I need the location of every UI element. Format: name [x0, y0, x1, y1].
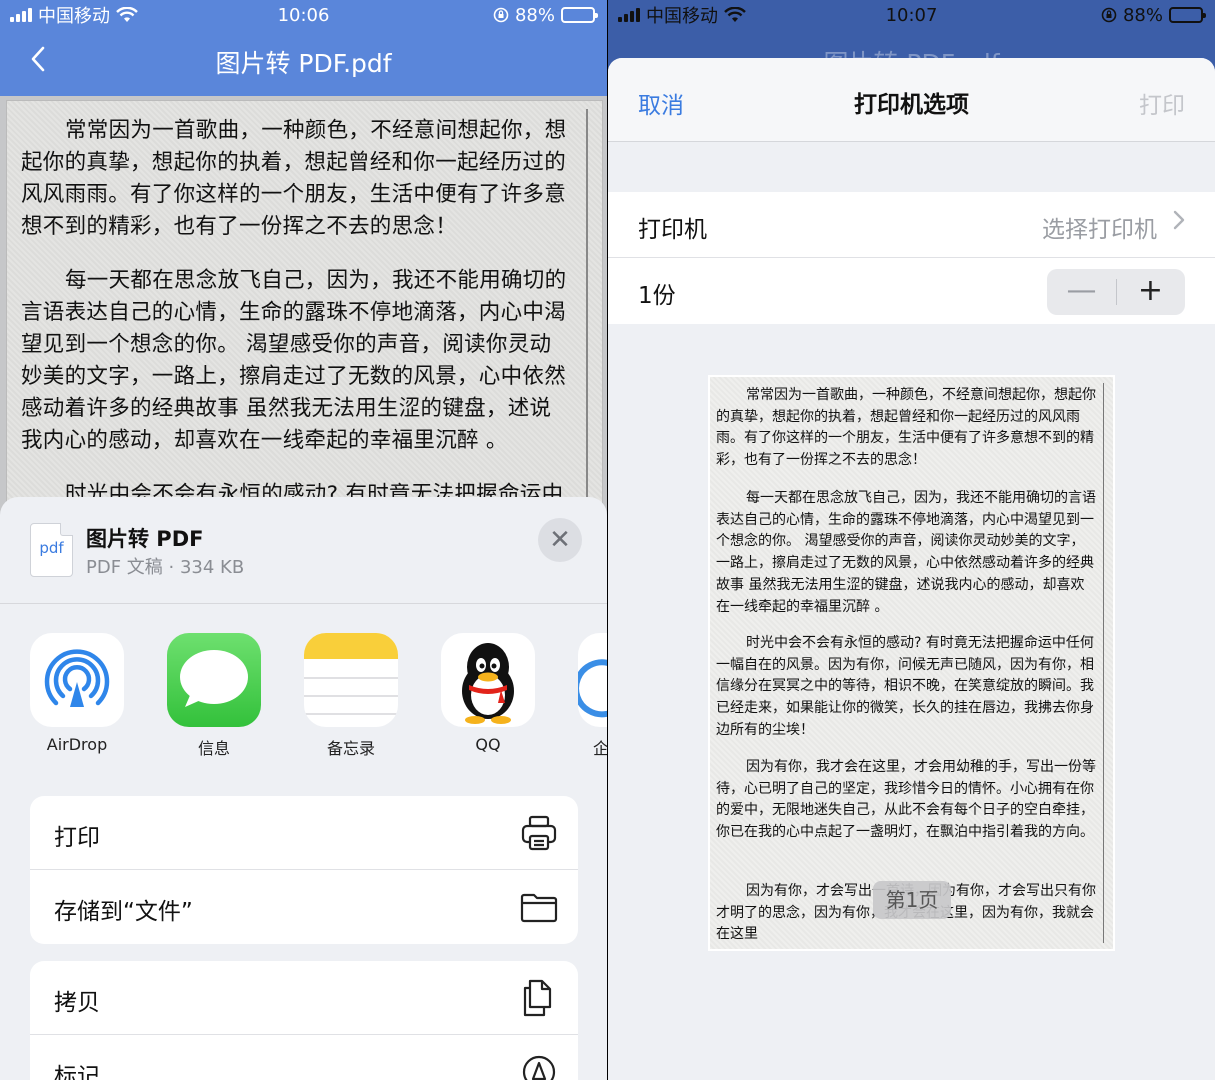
messages-icon: [167, 633, 261, 727]
qq-icon: [441, 633, 535, 727]
preview-paper: 常常因为一首歌曲，一种颜色，不经意间想起你，想起你的真挚，想起你的执着，想起曾经…: [710, 377, 1113, 949]
increment-button[interactable]: +: [1116, 269, 1185, 315]
modal-header: 取消 打印机选项 打印: [608, 58, 1215, 142]
app-label: QQ: [475, 735, 501, 754]
chevron-right-icon: [1173, 209, 1185, 237]
share-app-row: AirDrop 信息 备忘录 QQ 企: [0, 633, 607, 763]
doc-paragraph-2: 每一天都在思念放飞自己，因为，我还不能用确切的言语表达自己的心情，生命的露珠不停…: [21, 268, 567, 453]
action-label: 标记: [54, 1064, 100, 1080]
share-app-qq[interactable]: QQ: [440, 633, 536, 754]
markup-action[interactable]: 标记: [30, 1035, 578, 1080]
printer-icon: [520, 814, 558, 852]
printer-row[interactable]: 打印机 选择打印机: [608, 192, 1215, 258]
copies-label: 1份: [638, 283, 676, 309]
battery-icon: [1169, 7, 1206, 23]
file-meta: PDF 文稿 · 334 KB: [86, 557, 245, 578]
print-action[interactable]: 打印: [30, 796, 578, 870]
share-sheet-screen: 中国移动 10:06 88% 图片转 PDF.pdf 常常因为一首歌曲，一种颜色…: [0, 0, 607, 1080]
app-label: AirDrop: [46, 735, 108, 754]
orientation-lock-icon: [493, 7, 509, 23]
page-border: [586, 109, 588, 519]
preview-paragraph-2: 每一天都在思念放飞自己，因为，我还不能用确切的言语表达自己的心情，生命的露珠不停…: [716, 490, 1096, 615]
status-bar: 中国移动 10:07 88%: [608, 0, 1215, 30]
action-group-2: 拷贝 标记: [30, 961, 578, 1080]
printer-options-modal: 取消 打印机选项 打印 打印机 选择打印机 1份 — + 常常因为一首歌曲，一种…: [608, 58, 1215, 1080]
print-button[interactable]: 打印: [1139, 86, 1185, 120]
airdrop-icon: [30, 633, 124, 727]
copy-action[interactable]: 拷贝: [30, 961, 578, 1035]
battery-percent: 88%: [514, 4, 555, 26]
status-bar: 中国移动 10:06 88%: [0, 0, 607, 30]
markup-icon: [520, 1053, 558, 1080]
action-label: 打印: [54, 825, 100, 851]
share-app-enterprise[interactable]: 企: [577, 633, 607, 759]
printer-value: 选择打印机: [1042, 217, 1157, 243]
folder-icon: [520, 888, 558, 926]
decrement-button[interactable]: —: [1047, 269, 1116, 315]
battery-status: 88%: [493, 4, 598, 26]
share-app-notes[interactable]: 备忘录: [303, 633, 399, 759]
share-app-messages[interactable]: 信息: [166, 633, 262, 759]
action-label: 拷贝: [54, 990, 100, 1016]
app-label: 信息: [197, 739, 230, 758]
share-sheet: pdf 图片转 PDF PDF 文稿 · 334 KB ✕ AirDrop 信息…: [0, 497, 607, 1080]
file-name: 图片转 PDF: [86, 527, 204, 551]
enterprise-app-icon: [578, 633, 607, 727]
print-preview-page[interactable]: 常常因为一首歌曲，一种颜色，不经意间想起你，想起你的真挚，想起你的执着，想起曾经…: [708, 375, 1115, 951]
battery-status: 88%: [1101, 4, 1206, 26]
preview-paragraph-1: 常常因为一首歌曲，一种颜色，不经意间想起你，想起你的真挚，想起你的执着，想起曾经…: [716, 387, 1096, 469]
preview-paragraph-4: 因为有你，我才会在这里，才会用幼稚的手，写出一份等待，心已明了自己的坚定，我珍惜…: [716, 759, 1096, 841]
modal-title: 打印机选项: [854, 92, 969, 118]
pdf-page: 常常因为一首歌曲，一种颜色，不经意间想起你，想起你的真挚，想起你的执着，想起曾经…: [6, 100, 603, 520]
battery-percent: 88%: [1122, 4, 1163, 26]
copies-row: 1份 — +: [608, 258, 1215, 324]
app-label: 备忘录: [326, 739, 375, 758]
nav-bar: 中国移动 10:06 88% 图片转 PDF.pdf: [0, 0, 607, 96]
pdf-file-icon: pdf: [30, 523, 73, 577]
preview-paragraph-3: 时光中会不会有永恒的感动? 有时竟无法把握命运中任何一幅自在的风景。因为有你，问…: [716, 635, 1094, 738]
printer-label: 打印机: [638, 217, 707, 243]
action-group-1: 打印 存储到“文件”: [30, 796, 578, 944]
orientation-lock-icon: [1101, 7, 1117, 23]
share-app-airdrop[interactable]: AirDrop: [29, 633, 125, 754]
battery-icon: [561, 7, 598, 23]
notes-icon: [304, 633, 398, 727]
copies-stepper: — +: [1047, 269, 1185, 315]
page-title: 图片转 PDF.pdf: [215, 49, 392, 78]
action-label: 存储到“文件”: [54, 899, 193, 925]
page-border: [1103, 383, 1104, 943]
print-settings: 打印机 选择打印机 1份 — +: [608, 192, 1215, 324]
share-sheet-header: pdf 图片转 PDF PDF 文稿 · 334 KB ✕: [0, 497, 607, 604]
save-to-files-action[interactable]: 存储到“文件”: [30, 870, 578, 944]
close-button[interactable]: ✕: [538, 518, 582, 562]
page-number-badge: 第1页: [873, 881, 951, 919]
printer-options-screen: 中国移动 10:07 88% 图片转 PDF.pdf 取消 打印机选项 打印 打…: [608, 0, 1215, 1080]
doc-paragraph-1: 常常因为一首歌曲，一种颜色，不经意间想起你，想起你的真挚，想起你的执着，想起曾经…: [21, 118, 567, 239]
copy-icon: [520, 979, 558, 1017]
pdf-viewer[interactable]: 常常因为一首歌曲，一种颜色，不经意间想起你，想起你的真挚，想起你的执着，想起曾经…: [0, 96, 607, 520]
app-label: 企: [593, 739, 607, 758]
